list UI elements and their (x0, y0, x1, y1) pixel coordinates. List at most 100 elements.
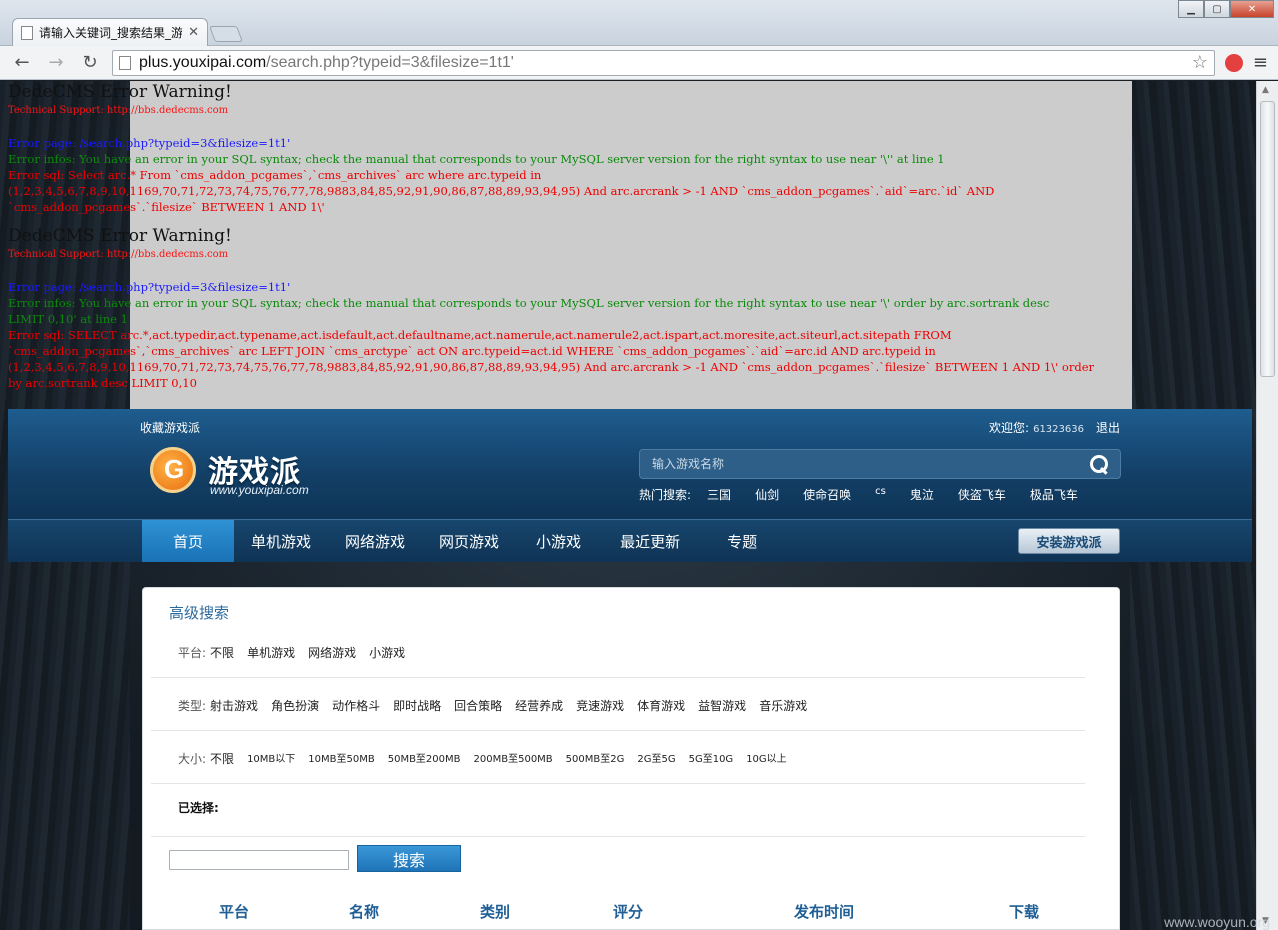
error-sql: `cms_addon_pcgames`.`filesize` BETWEEN 1… (8, 200, 325, 214)
hot-search-item[interactable]: 使命召唤 (803, 486, 851, 503)
error-sql: Error sql: Select arc.* From `cms_addon_… (8, 168, 542, 182)
filter-option[interactable]: 500MB至2G (566, 750, 625, 767)
hot-search-item[interactable]: 侠盗飞车 (958, 486, 1006, 503)
game-search-input[interactable] (652, 457, 1052, 471)
filter-option[interactable]: 音乐游戏 (759, 697, 807, 714)
maximize-icon[interactable]: ▢ (1204, 0, 1230, 18)
address-bar[interactable]: plus.youxipai.com/search.php?typeid=3&fi… (112, 49, 1215, 76)
filter-option[interactable]: 网络游戏 (308, 644, 356, 661)
watermark: www.wooyun.org (1164, 914, 1270, 930)
welcome-label: 欢迎您: (989, 421, 1030, 435)
column-header: 发布时间 (794, 903, 855, 921)
hot-search-item[interactable]: 三国 (707, 486, 731, 503)
hot-searches: 热门搜索: 三国 仙剑 使命召唤 cs 鬼泣 侠盗飞车 极品飞车 (639, 486, 1078, 503)
error-infos: Error infos: You have an error in your S… (8, 152, 945, 166)
advanced-search-panel: 高级搜索 平台: 不限 单机游戏 网络游戏 小游戏 类型: 射击游戏 角色扮演 … (142, 587, 1120, 930)
forward-arrow-icon[interactable]: → (44, 52, 68, 73)
filter-option[interactable]: 射击游戏 (210, 697, 258, 714)
site-logo[interactable]: G 游戏派 www.youxipai.com (150, 445, 370, 501)
error-support: Technical Support: http://bbs.dedecms.co… (8, 249, 229, 260)
nav-recent-updates[interactable]: 最近更新 (601, 520, 699, 562)
user-welcome: 欢迎您: 61323636 退出 (989, 419, 1120, 436)
filter-option[interactable]: 不限 (210, 750, 234, 767)
filter-option[interactable]: 经营养成 (515, 697, 563, 714)
filter-option[interactable]: 2G至5G (637, 750, 675, 767)
window-close-icon[interactable]: ✕ (1230, 0, 1274, 18)
nav-mini-games[interactable]: 小游戏 (516, 520, 601, 562)
search-icon[interactable] (1090, 455, 1108, 473)
hot-search-item[interactable]: cs (875, 486, 886, 503)
nav-online-games[interactable]: 网络游戏 (328, 520, 422, 562)
filter-option[interactable]: 体育游戏 (637, 697, 685, 714)
filter-option[interactable]: 200MB至500MB (474, 750, 553, 767)
filter-option[interactable]: 不限 (210, 644, 234, 661)
error-sql: (1,2,3,4,5,6,7,8,9,10,1169,70,71,72,73,7… (8, 184, 995, 198)
hot-search-item[interactable]: 仙剑 (755, 486, 779, 503)
error-block: DedeCMS Error Warning! Technical Support… (0, 81, 1256, 225)
scroll-up-icon[interactable]: ▲ (1262, 85, 1269, 95)
reload-icon[interactable]: ↻ (78, 52, 102, 73)
browser-tab[interactable]: 请输入关键词_搜索结果_游 ✕ (12, 18, 208, 46)
filter-option[interactable]: 即时战略 (393, 697, 441, 714)
type-filter: 类型: 射击游戏 角色扮演 动作格斗 即时战略 回合策略 经营养成 竞速游戏 体… (178, 697, 807, 714)
filter-option[interactable]: 小游戏 (369, 644, 405, 661)
nav-single-player[interactable]: 单机游戏 (234, 520, 328, 562)
error-sql: (1,2,3,4,5,6,7,8,9,10,1169,70,71,72,73,7… (8, 360, 1095, 374)
bookmark-site-link[interactable]: 收藏游戏派 (140, 419, 200, 436)
scrollbar[interactable]: ▲ ▼ (1256, 81, 1278, 930)
hot-search-item[interactable]: 鬼泣 (910, 486, 934, 503)
browser-titlebar: 请输入关键词_搜索结果_游 ✕ ▁ ▢ ✕ (0, 0, 1278, 46)
platform-filter: 平台: 不限 单机游戏 网络游戏 小游戏 (178, 644, 405, 661)
filter-option[interactable]: 动作格斗 (332, 697, 380, 714)
divider (151, 677, 1085, 678)
menu-icon[interactable]: ≡ (1253, 52, 1268, 73)
error-page: Error page: /search.php?typeid=3&filesiz… (8, 280, 291, 294)
error-support: Technical Support: http://bbs.dedecms.co… (8, 105, 229, 116)
error-sql: `cms_addon_pcgames`,`cms_archives` arc L… (8, 344, 936, 358)
user-id[interactable]: 61323636 (1033, 424, 1084, 435)
tab-title: 请输入关键词_搜索结果_游 (39, 26, 183, 40)
hot-search-label: 热门搜索: (639, 488, 692, 502)
filter-option[interactable]: 竞速游戏 (576, 697, 624, 714)
filter-option[interactable]: 10MB至50MB (308, 750, 374, 767)
url-path: /search.php?typeid=3&filesize=1t1' (266, 53, 514, 71)
page-icon (119, 55, 131, 70)
filter-option[interactable]: 回合策略 (454, 697, 502, 714)
nav-web-games[interactable]: 网页游戏 (422, 520, 516, 562)
error-sql: by arc.sortrank desc LIMIT 0,10 (8, 376, 197, 390)
page-icon (21, 25, 33, 40)
logo-badge-icon: G (150, 447, 196, 493)
logout-link[interactable]: 退出 (1096, 421, 1120, 435)
search-button[interactable]: 搜索 (357, 845, 461, 872)
keyword-input[interactable] (169, 850, 349, 870)
filter-option[interactable]: 角色扮演 (271, 697, 319, 714)
error-title: DedeCMS Error Warning! (8, 82, 232, 102)
size-filter: 大小: 不限 10MB以下 10MB至50MB 50MB至200MB 200MB… (178, 750, 787, 767)
column-header: 评分 (613, 903, 644, 921)
divider (151, 783, 1085, 784)
error-block: DedeCMS Error Warning! Technical Support… (0, 225, 1256, 391)
install-app-button[interactable]: 安装游戏派 (1018, 528, 1120, 554)
minimize-icon[interactable]: ▁ (1178, 0, 1204, 18)
filter-option[interactable]: 10MB以下 (247, 750, 295, 767)
filter-option[interactable]: 5G至10G (689, 750, 734, 767)
error-sql: Error sql: SELECT arc.*,act.typedir,act.… (8, 328, 952, 342)
error-page: Error page: /search.php?typeid=3&filesiz… (8, 136, 291, 150)
scrollbar-thumb[interactable] (1260, 101, 1275, 377)
new-tab-button[interactable] (209, 26, 243, 42)
filter-option[interactable]: 益智游戏 (698, 697, 746, 714)
results-table-header: 平台 名称 类别 评分 发布时间 下载 (143, 901, 1121, 930)
hot-search-item[interactable]: 极品飞车 (1030, 486, 1078, 503)
star-icon[interactable]: ☆ (1192, 52, 1208, 73)
column-header: 名称 (349, 903, 380, 921)
close-icon[interactable]: ✕ (188, 25, 199, 40)
nav-topics[interactable]: 专题 (699, 520, 785, 562)
filter-option[interactable]: 单机游戏 (247, 644, 295, 661)
back-arrow-icon[interactable]: ← (10, 52, 34, 73)
logo-domain: www.youxipai.com (210, 483, 309, 497)
divider (151, 730, 1085, 731)
filter-option[interactable]: 50MB至200MB (388, 750, 461, 767)
extension-icon[interactable] (1224, 53, 1243, 72)
nav-home[interactable]: 首页 (142, 520, 234, 562)
filter-option[interactable]: 10G以上 (746, 750, 786, 767)
